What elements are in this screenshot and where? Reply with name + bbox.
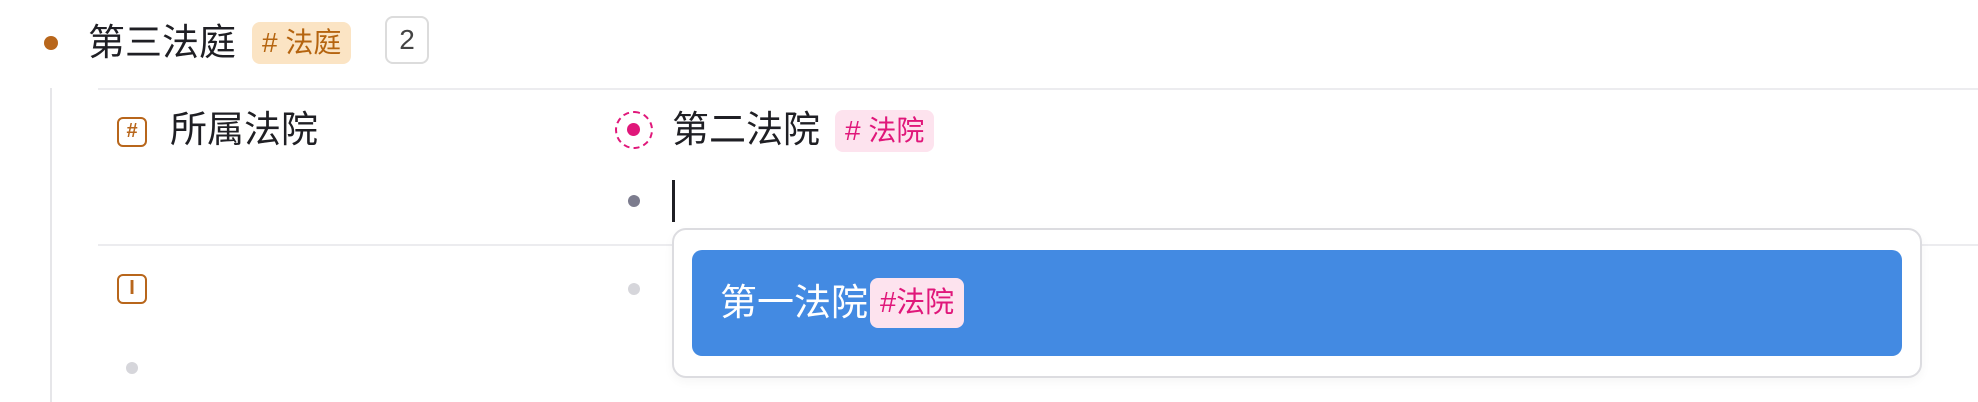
value-bullet[interactable] — [628, 195, 640, 207]
field-divider — [98, 88, 1978, 90]
text-cursor — [672, 180, 675, 222]
supertag-court-institute[interactable]: # 法院 — [835, 110, 935, 152]
empty-node-bullet[interactable] — [126, 362, 138, 374]
node-bullet[interactable] — [44, 36, 58, 50]
autocomplete-dropdown: 第一法院 #法院 — [672, 228, 1922, 378]
indent-guide — [50, 88, 52, 402]
reference-node-icon[interactable] — [615, 111, 653, 149]
outliner-page: 第三法庭 # 法庭 2 # 所属法院 第二法院 # 法院 I 第一法院 #法院 — [0, 0, 1978, 402]
option-tag: #法院 — [870, 278, 965, 328]
supertag-court[interactable]: # 法庭 — [252, 22, 352, 64]
field-value-input[interactable] — [670, 178, 730, 224]
option-label: 第一法院 — [720, 282, 868, 323]
empty-value-bullet[interactable] — [628, 283, 640, 295]
field-value-reference[interactable]: 第二法院 — [672, 105, 820, 155]
reference-dot — [627, 123, 640, 136]
text-field-icon: I — [117, 274, 147, 304]
field-label[interactable]: 所属法院 — [170, 105, 318, 155]
autocomplete-option[interactable]: 第一法院 #法院 — [692, 250, 1902, 356]
hash-field-icon: # — [117, 117, 147, 147]
child-count-badge[interactable]: 2 — [385, 16, 429, 64]
node-title[interactable]: 第三法庭 — [88, 18, 236, 68]
